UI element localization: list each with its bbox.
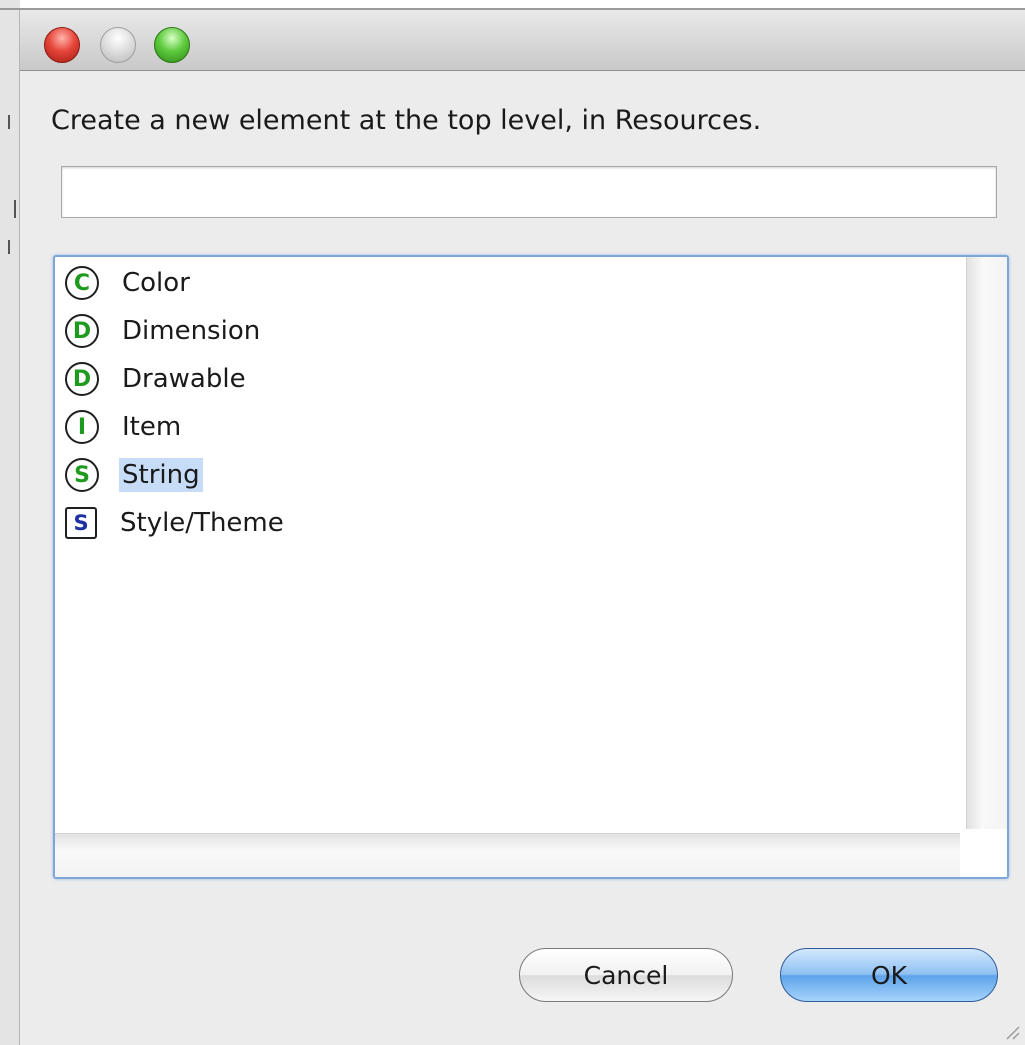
list-item-style-theme[interactable]: S Style/Theme [65,503,287,543]
list-item-string[interactable]: S String [65,455,203,495]
item-resource-icon: I [65,410,99,444]
scrollbar-corner [966,833,1007,877]
zoom-window-button[interactable] [154,27,190,63]
list-item-label: Item [122,412,182,442]
color-resource-icon: C [65,266,99,300]
background-window-edge [0,0,20,1045]
style-resource-icon: S [65,507,97,539]
list-item-label: Drawable [122,364,246,394]
list-item-drawable[interactable]: D Drawable [65,359,249,399]
element-type-items: C Color D Dimension D Drawable I Item S String S St… [55,257,960,829]
title-bar [20,10,1025,71]
drawable-resource-icon: D [65,362,99,396]
list-item-label: Dimension [122,316,261,346]
background-tick [8,240,10,254]
filter-input[interactable] [61,166,997,218]
dimension-resource-icon: D [65,314,99,348]
background-tick [8,115,10,129]
list-item-label: Style/Theme [120,508,284,538]
ok-button[interactable]: OK [780,948,998,1002]
dialog-message: Create a new element at the top level, i… [51,105,762,136]
horizontal-scrollbar[interactable] [55,833,960,877]
background-tick [14,200,16,218]
element-type-list[interactable]: C Color D Dimension D Drawable I Item S String S St… [53,255,1009,879]
list-item-label: Color [122,268,190,298]
vertical-scrollbar[interactable] [966,257,1007,829]
list-item-item[interactable]: I Item [65,407,184,447]
screen: Create a new element at the top level, i… [0,0,1025,1045]
list-item-color[interactable]: C Color [65,263,193,303]
new-element-dialog: Create a new element at the top level, i… [20,10,1025,1045]
cancel-button[interactable]: Cancel [519,948,733,1002]
list-item-dimension[interactable]: D Dimension [65,311,263,351]
resize-grip-icon[interactable] [1001,1021,1021,1041]
list-item-label: String [119,458,203,492]
minimize-window-button[interactable] [100,27,136,63]
string-resource-icon: S [65,458,99,492]
close-window-button[interactable] [44,27,80,63]
